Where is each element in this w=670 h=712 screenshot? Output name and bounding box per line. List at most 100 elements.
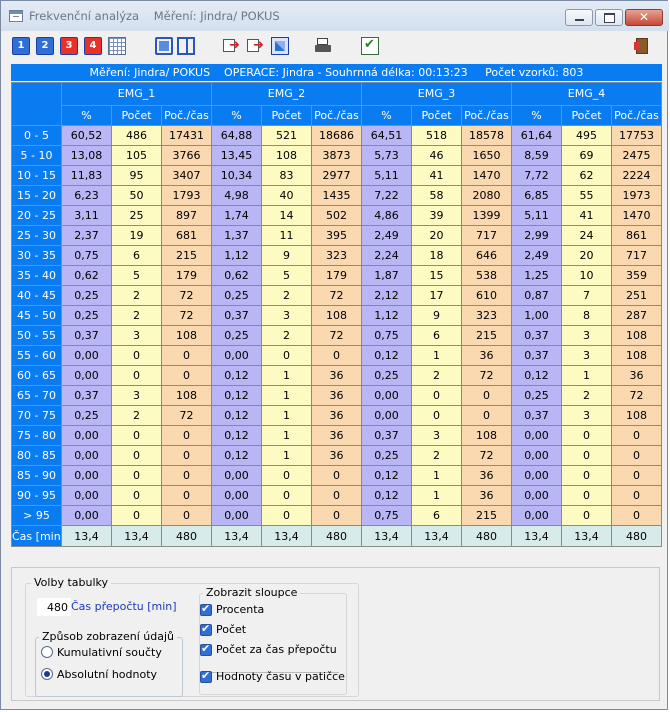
table-cell[interactable]: 1 [261,385,312,406]
table-cell[interactable]: 251 [611,285,662,306]
table-cell[interactable]: 0,00 [61,425,112,446]
table-cell[interactable]: 3,11 [61,205,112,226]
table-cell[interactable]: 1,37 [211,225,262,246]
table-cell[interactable]: 0 [311,485,362,506]
cumulative-radio[interactable] [41,646,53,658]
table-cell[interactable]: 10 [561,265,612,286]
table-cell[interactable]: 108 [161,325,212,346]
table-cell[interactable]: 5,11 [511,205,562,226]
table-cell[interactable]: 108 [461,425,512,446]
footer-time-checkbox-label[interactable]: Hodnoty času v patičce [216,670,345,683]
table-cell[interactable]: 6,85 [511,185,562,206]
table-cell[interactable]: 108 [611,345,662,366]
table-cell[interactable]: 0,12 [361,485,412,506]
table-cell[interactable]: 3 [411,425,462,446]
table-cell[interactable]: 1399 [461,205,512,226]
table-cell[interactable]: 215 [161,245,212,266]
print-icon[interactable] [314,37,332,55]
table-cell[interactable]: 2,99 [511,225,562,246]
view-2-button[interactable]: 2 [36,37,54,55]
table-cell[interactable]: 72 [311,325,362,346]
table-cell[interactable]: 9 [261,245,312,266]
table-cell[interactable]: 0,37 [61,325,112,346]
table-cell[interactable]: 40 [261,185,312,206]
table-cell[interactable]: 95 [111,165,162,186]
table-cell[interactable]: 3 [561,325,612,346]
table-cell[interactable]: 395 [311,225,362,246]
row-header[interactable]: 80 - 85 [11,445,62,466]
table-cell[interactable]: 1793 [161,185,212,206]
row-header[interactable]: 90 - 95 [11,485,62,506]
table-cell[interactable]: 2 [261,325,312,346]
export-all-icon[interactable] [247,37,265,55]
table-cell[interactable]: 287 [611,305,662,326]
channel-header[interactable]: EMG_4 [511,82,662,106]
table-cell[interactable]: 39 [411,205,462,226]
table-cell[interactable]: 861 [611,225,662,246]
table-cell[interactable]: 0,25 [211,285,262,306]
table-cell[interactable]: 55 [561,185,612,206]
table-cell[interactable]: 2 [411,445,462,466]
table-cell[interactable]: 36 [311,365,362,386]
table-cell[interactable]: 1 [411,345,462,366]
confirm-check-icon[interactable] [361,37,379,55]
table-cell[interactable]: 0 [611,445,662,466]
table-cell[interactable]: 0 [461,385,512,406]
table-cell[interactable]: 0,00 [61,485,112,506]
row-header[interactable]: 40 - 45 [11,285,62,306]
table-cell[interactable]: 3873 [311,145,362,166]
table-cell[interactable]: 0,00 [61,505,112,526]
table-cell[interactable]: 17 [411,285,462,306]
table-cell[interactable]: 0,25 [61,305,112,326]
view-4-button[interactable]: 4 [84,37,102,55]
table-cell[interactable]: 72 [311,285,362,306]
table-cell[interactable]: 108 [611,325,662,346]
table-cell[interactable]: 61,64 [511,125,562,146]
column-header[interactable]: Poč./čas [311,105,362,126]
table-cell[interactable]: 0 [411,405,462,426]
table-cell[interactable]: 10,34 [211,165,262,186]
table-cell[interactable]: 41 [411,165,462,186]
table-cell[interactable]: 6 [411,325,462,346]
table-cell[interactable]: 610 [461,285,512,306]
table-cell[interactable]: 1470 [461,165,512,186]
table-cell[interactable]: 0,00 [511,445,562,466]
table-cell[interactable]: 0,00 [511,425,562,446]
table-cell[interactable]: 0,12 [361,465,412,486]
table-cell[interactable]: 0 [611,505,662,526]
table-cell[interactable]: 323 [461,305,512,326]
row-header[interactable]: 0 - 5 [11,125,62,146]
table-cell[interactable]: 0,25 [61,405,112,426]
export-icon[interactable] [223,37,241,55]
table-cell[interactable]: 50 [111,185,162,206]
table-cell[interactable]: 2 [111,405,162,426]
table-cell[interactable]: 69 [561,145,612,166]
count-checkbox-label[interactable]: Počet [216,623,246,636]
row-header[interactable]: > 95 [11,505,62,526]
channel-header[interactable]: EMG_1 [61,82,212,106]
table-cell[interactable]: 108 [611,405,662,426]
table-cell[interactable]: 0,25 [361,445,412,466]
table-cell[interactable]: 0 [261,465,312,486]
table-cell[interactable]: 72 [461,445,512,466]
cumulative-radio-label[interactable]: Kumulativní součty [57,646,162,659]
copy-icon[interactable] [155,37,173,55]
table-cell[interactable]: 0,00 [211,465,262,486]
table-cell[interactable]: 72 [611,385,662,406]
table-cell[interactable]: 1973 [611,185,662,206]
table-cell[interactable]: 0,00 [511,465,562,486]
table-cell[interactable]: 14 [261,205,312,226]
table-cell[interactable]: 13,45 [211,145,262,166]
percent-checkbox-label[interactable]: Procenta [216,603,264,616]
table-cell[interactable]: 6 [411,505,462,526]
table-cell[interactable]: 18578 [461,125,512,146]
table-cell[interactable]: 359 [611,265,662,286]
table-cell[interactable]: 2 [111,285,162,306]
row-header[interactable]: 75 - 80 [11,425,62,446]
table-cell[interactable]: 13,08 [61,145,112,166]
table-cell[interactable]: 1 [261,405,312,426]
table-cell[interactable]: 0 [611,485,662,506]
table-cell[interactable]: 2,49 [511,245,562,266]
column-header[interactable]: % [361,105,412,126]
table-cell[interactable]: 1650 [461,145,512,166]
